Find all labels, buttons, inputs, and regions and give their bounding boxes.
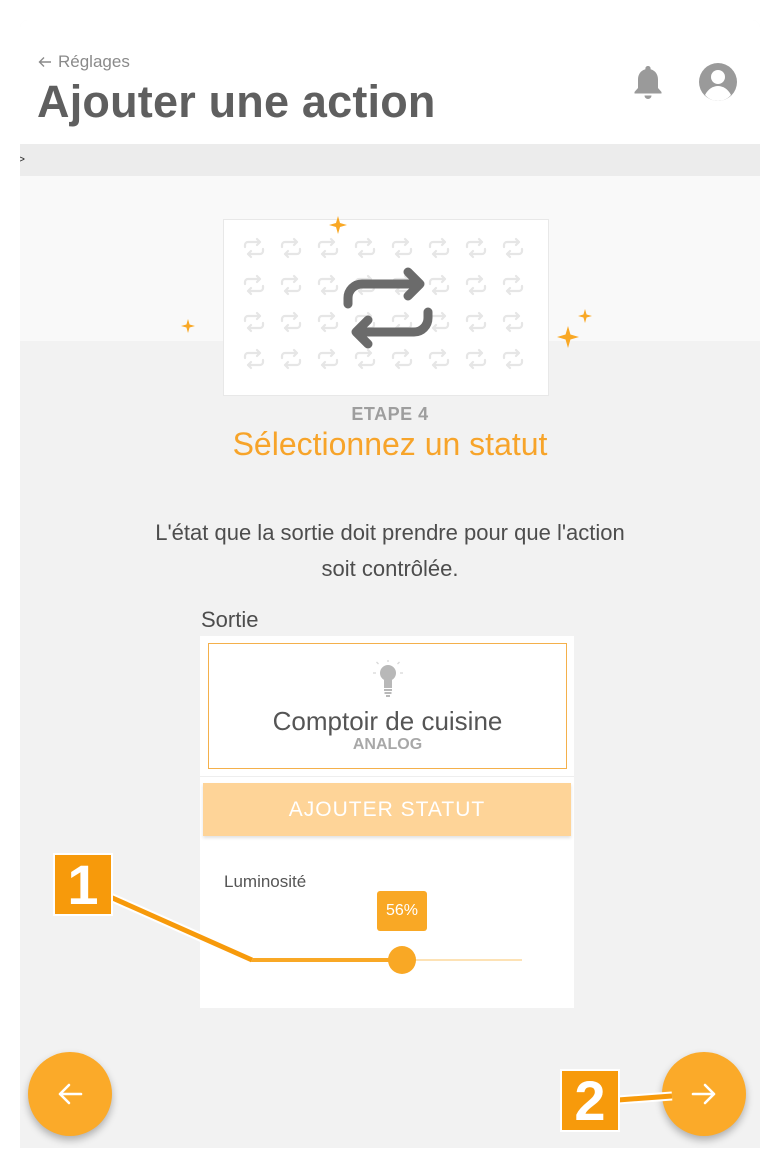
slider-track-fill: [250, 958, 402, 962]
breadcrumb-strip: >: [20, 144, 760, 176]
sparkle-icon: [329, 216, 347, 234]
breadcrumb-toggle[interactable]: >: [20, 152, 25, 166]
step-description: L'état que la sortie doit prendre pour q…: [155, 520, 625, 581]
step-illustration: [223, 219, 549, 396]
output-section-label: Sortie: [201, 607, 259, 632]
repeat-arrows-icon: [343, 267, 433, 349]
page-title: Ajouter une action: [37, 76, 436, 127]
output-card[interactable]: Comptoir de cuisine ANALOG: [208, 643, 567, 769]
previous-step-button[interactable]: [28, 1052, 112, 1136]
back-link-label: Réglages: [58, 52, 130, 71]
step-number: ETAPE 4: [351, 404, 429, 424]
output-type: ANALOG: [352, 736, 423, 753]
add-status-button[interactable]: AJOUTER STATUT: [203, 783, 571, 836]
luminosity-label: Luminosité: [224, 872, 307, 891]
sparkle-icon: [557, 326, 579, 348]
lightbulb-icon: [373, 660, 403, 697]
status-panel: Comptoir de cuisine ANALOG AJOUTER STATU…: [200, 636, 574, 1008]
arrow-left-icon: [58, 1083, 83, 1105]
output-name: Comptoir de cuisine: [272, 706, 503, 736]
bell-icon[interactable]: [631, 64, 665, 102]
page-header: Réglages Ajouter une action: [20, 20, 760, 144]
divider: [200, 776, 574, 777]
back-to-settings-link[interactable]: Réglages: [38, 52, 130, 72]
arrow-right-icon: [691, 1083, 716, 1105]
step-title: Sélectionnez un statut: [232, 426, 548, 462]
arrow-left-icon: [38, 57, 51, 67]
sparkle-icon: [578, 309, 592, 323]
slider-thumb[interactable]: [388, 946, 416, 974]
sparkle-icon: [181, 319, 195, 333]
callout-1: 1: [53, 853, 113, 916]
user-avatar-icon[interactable]: [698, 62, 738, 102]
add-action-screen: Réglages Ajouter une action > ETAPE 4 Sé…: [20, 20, 760, 1148]
callout-2: 2: [560, 1069, 620, 1132]
next-step-button[interactable]: [662, 1052, 746, 1136]
luminosity-value-badge: 56%: [377, 891, 427, 931]
